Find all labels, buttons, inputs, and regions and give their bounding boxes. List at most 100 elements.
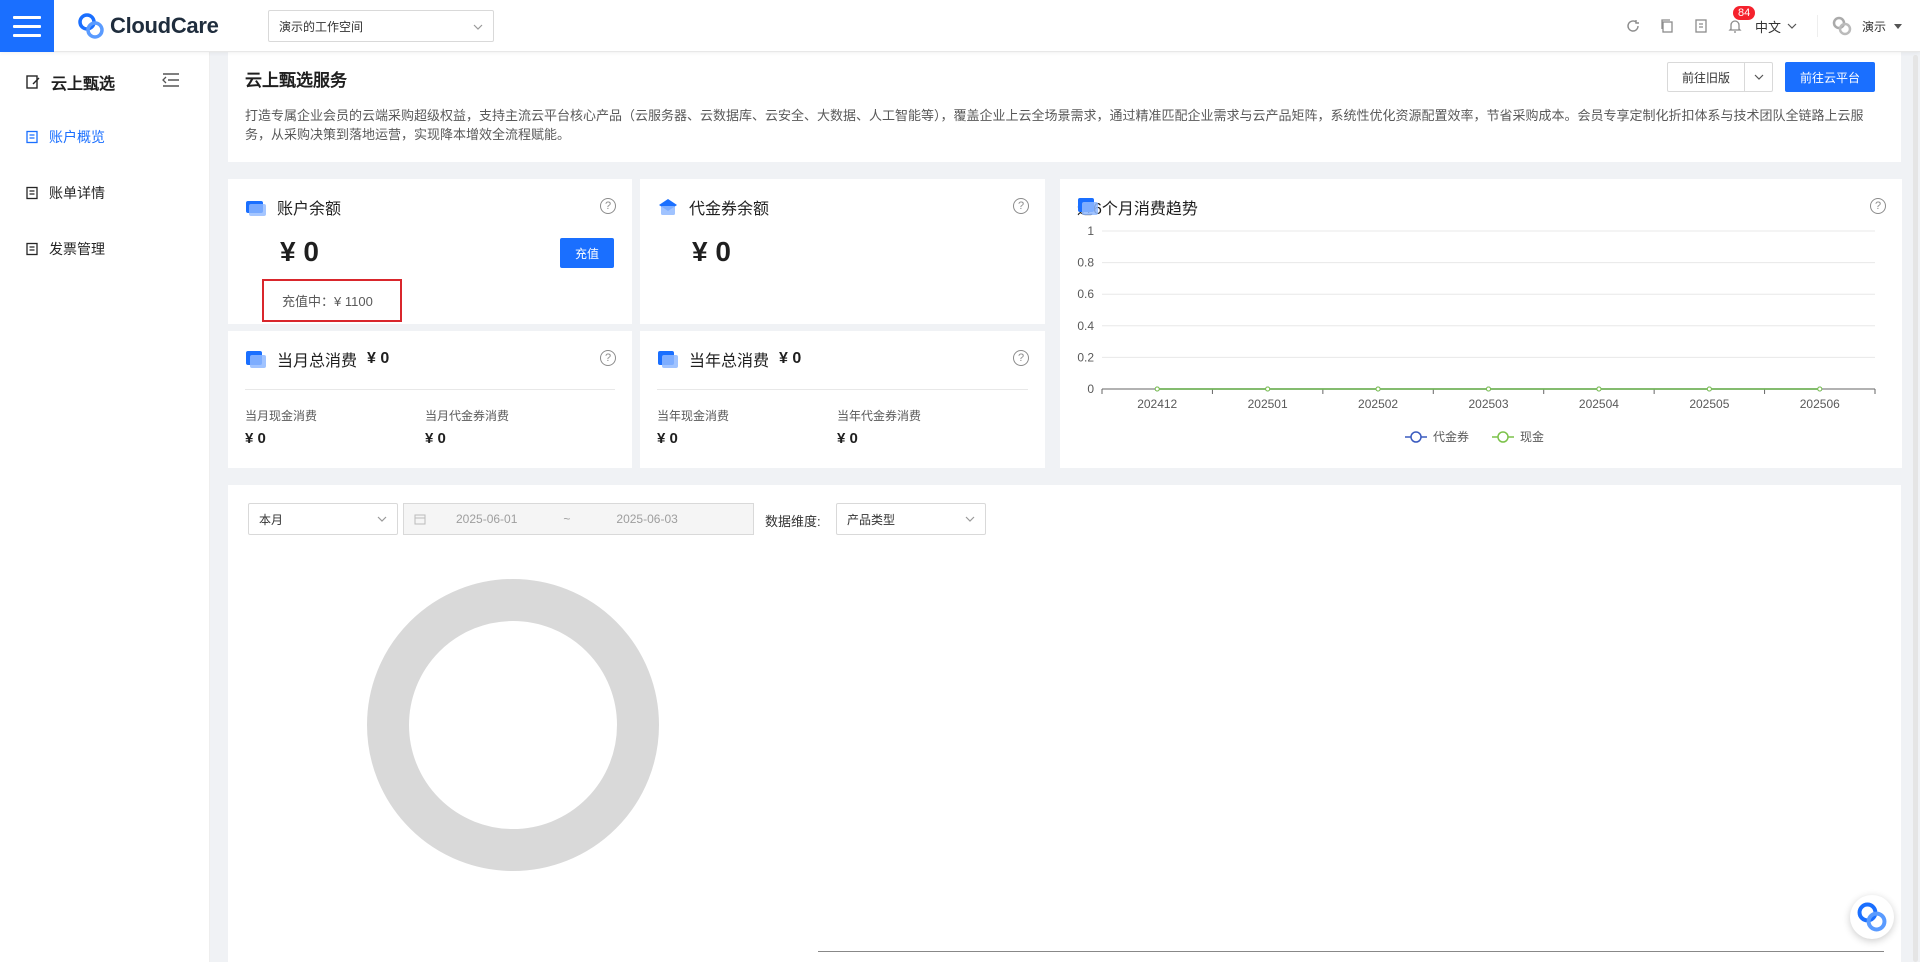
go-cloud-platform-button[interactable]: 前往云平台	[1785, 62, 1876, 92]
bell-icon[interactable]: 84	[1725, 6, 1756, 36]
dimension-select[interactable]: 产品类型	[836, 503, 986, 535]
consumption-trend-card: 近6个月消费趋势 ? 0 0.2 0.4 0.6 0.8 1 202412 202501 202…	[1060, 179, 1902, 468]
chevron-down-icon	[965, 516, 975, 522]
yearly-cash-label: 当年现金消费	[657, 409, 730, 423]
data-point	[1486, 386, 1491, 392]
y-tick-label: 1	[1087, 224, 1094, 238]
calendar-icon	[246, 351, 266, 368]
clipboard-icon	[26, 242, 38, 256]
workspace-select[interactable]: 演示的工作空间	[268, 10, 494, 42]
help-icon[interactable]: ?	[600, 198, 616, 214]
dimension-value: 产品类型	[847, 512, 896, 527]
main-content: 云上甄选服务 打造专属企业会员的云端采购超级权益，支持主流云平台核心产品（云服务…	[210, 52, 1920, 962]
language-switcher[interactable]: 中文	[1755, 15, 1818, 37]
sidebar-item-label: 账单详情	[49, 185, 105, 201]
sidebar-item-invoice-management[interactable]: 发票管理	[25, 239, 105, 259]
brand-logo[interactable]: CloudCare	[76, 11, 219, 41]
y-tick-label: 0.8	[1077, 256, 1094, 270]
sidebar-title: 云上甄选	[25, 70, 115, 94]
balance-amount: ¥ 0	[280, 236, 319, 267]
data-point	[1154, 386, 1160, 392]
assistant-float-button[interactable]	[1850, 895, 1894, 939]
y-tick-label: 0.4	[1077, 319, 1094, 333]
x-tick-label: 202412	[1137, 397, 1177, 411]
cloudcare-logo-icon	[1857, 902, 1887, 932]
divider	[245, 389, 615, 390]
card-title: 当年总消费	[689, 353, 770, 370]
collapse-menu-icon[interactable]	[162, 72, 180, 88]
help-icon[interactable]: ?	[1013, 350, 1029, 366]
notification-badge: 84	[1732, 6, 1756, 20]
monthly-cash-label: 当月现金消费	[245, 409, 318, 423]
go-old-version-button[interactable]: 前往旧版	[1667, 62, 1746, 92]
document-icon[interactable]	[1691, 16, 1711, 36]
top-bar: CloudCare 演示的工作空间 84 中文 演示	[0, 0, 1920, 52]
user-name: 演示	[1861, 19, 1886, 34]
yearly-voucher-value: ¥ 0	[837, 430, 858, 447]
voucher-balance-card: 代金券余额 ? ¥ 0	[640, 179, 1045, 324]
sidebar: 云上甄选 账户概览 账单详情 发票管理	[0, 52, 210, 962]
monthly-total: ¥ 0	[367, 350, 390, 367]
legend-label: 代金券	[1433, 429, 1469, 444]
x-tick-label: 202502	[1358, 397, 1398, 411]
page-scrollbar[interactable]	[1913, 55, 1918, 962]
x-tick-label: 202503	[1468, 397, 1508, 411]
refresh-icon[interactable]	[1623, 16, 1643, 36]
sidebar-item-label: 账户概览	[49, 129, 105, 145]
card-header: 账户余额	[245, 195, 341, 219]
sidebar-item-bill-details[interactable]: 账单详情	[25, 183, 105, 203]
service-intro-panel: 云上甄选服务 打造专属企业会员的云端采购超级权益，支持主流云平台核心产品（云服务…	[228, 52, 1901, 162]
calendar-icon	[658, 351, 678, 368]
caret-down-icon	[1894, 23, 1902, 29]
date-end: 2025-06-03	[616, 512, 678, 526]
data-point	[1596, 386, 1602, 392]
header-actions: 前往旧版 前往云平台	[1667, 62, 1876, 92]
monthly-consumption-card: 当月总消费 ¥ 0 ? 当月现金消费 ¥ 0 当月代金券消费 ¥ 0	[228, 331, 632, 468]
sidebar-title-text: 云上甄选	[51, 76, 116, 93]
legend-label: 现金	[1520, 429, 1544, 444]
trend-line-chart: 0 0.2 0.4 0.6 0.8 1 202412 202501 202502 202503 20…	[1077, 224, 1876, 444]
card-title: 当月总消费	[277, 353, 358, 370]
legend-marker	[1497, 431, 1509, 443]
hamburger-menu-button[interactable]	[0, 0, 54, 52]
period-select[interactable]: 本月	[248, 503, 398, 535]
old-version-dropdown-button[interactable]	[1745, 62, 1774, 92]
card-title: 代金券余额	[689, 201, 770, 218]
wallet-icon	[246, 201, 266, 216]
voucher-icon	[659, 199, 677, 215]
data-point	[1375, 386, 1381, 392]
help-icon[interactable]: ?	[1013, 198, 1029, 214]
service-description: 打造专属企业会员的云端采购超级权益，支持主流云平台核心产品（云服务器、云数据库、…	[245, 108, 1864, 142]
charging-status: 充值中：¥ 1100	[262, 279, 402, 322]
consumption-analysis-panel: 本月 2025-06-01 ~ 2025-06-03 数据维度: 产品类型	[228, 485, 1901, 962]
cloudcare-logo-icon	[78, 13, 104, 39]
clipboard-icon	[26, 130, 38, 144]
chevron-down-icon	[1787, 23, 1797, 29]
divider	[657, 389, 1028, 390]
edit-doc-icon	[26, 75, 40, 89]
brand-name: CloudCare	[110, 13, 219, 38]
date-start: 2025-06-01	[456, 512, 518, 526]
date-range-picker[interactable]: 2025-06-01 ~ 2025-06-03	[403, 503, 754, 535]
copy-icon[interactable]	[1657, 16, 1677, 36]
card-title: 账户余额	[277, 201, 342, 218]
language-label: 中文	[1754, 19, 1781, 35]
chevron-down-icon	[1754, 74, 1763, 80]
data-point	[1817, 386, 1823, 392]
clipboard-icon	[26, 186, 38, 200]
recharge-button[interactable]: 充值	[560, 238, 615, 268]
help-icon[interactable]: ?	[600, 350, 616, 366]
y-tick-label: 0.2	[1077, 350, 1094, 364]
chevron-down-icon	[473, 19, 483, 33]
x-tick-label: 202504	[1579, 397, 1619, 411]
user-menu[interactable]: 演示	[1818, 14, 1920, 38]
yearly-total: ¥ 0	[779, 350, 802, 367]
card-header: 当月总消费 ¥ 0	[245, 347, 389, 371]
y-tick-label: 0	[1087, 382, 1094, 396]
chevron-down-icon	[377, 516, 387, 522]
monthly-voucher-value: ¥ 0	[425, 430, 446, 447]
sidebar-item-account-overview[interactable]: 账户概览	[25, 127, 105, 147]
yearly-cash-value: ¥ 0	[657, 430, 678, 447]
account-balance-card: 账户余额 ? ¥ 0 充值 充值中：¥ 1100	[228, 179, 632, 324]
card-header: 代金券余额	[657, 195, 769, 219]
